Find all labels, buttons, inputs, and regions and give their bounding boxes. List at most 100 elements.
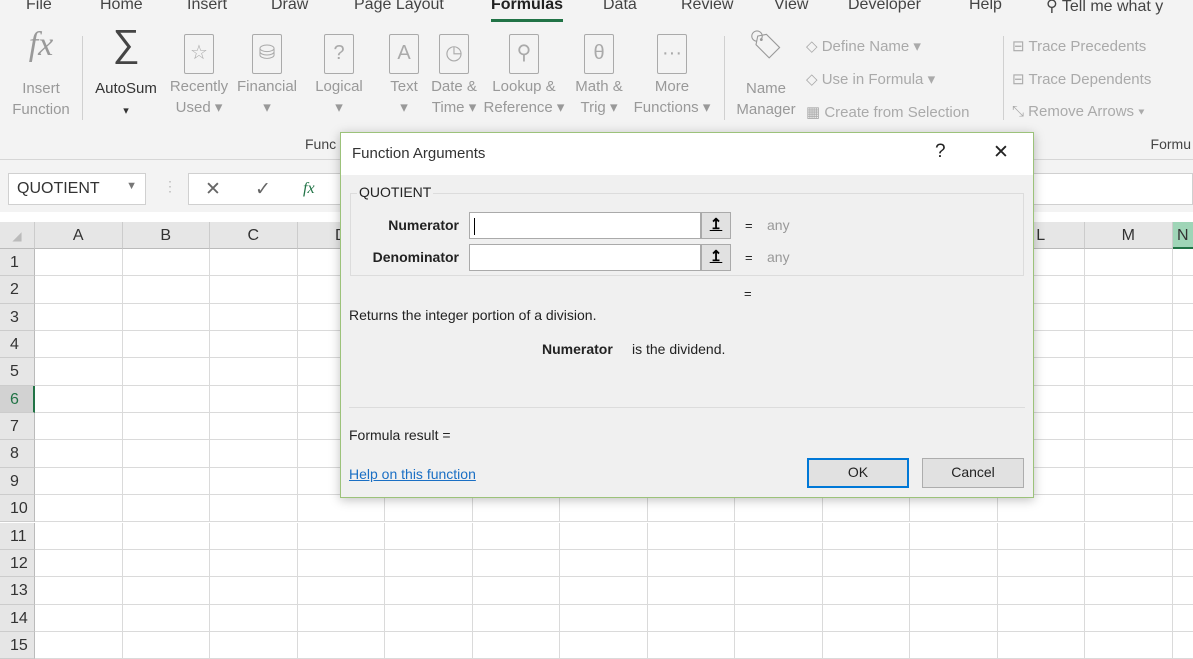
cell-N11[interactable] bbox=[1173, 523, 1193, 550]
cell-N5[interactable] bbox=[1173, 358, 1193, 385]
cell-L11[interactable] bbox=[998, 523, 1086, 550]
cell-B4[interactable] bbox=[123, 331, 211, 358]
math-trig-button[interactable]: θMath &Trig ▾ bbox=[565, 34, 633, 118]
cell-M10[interactable] bbox=[1085, 495, 1173, 522]
recently-used-button[interactable]: ☆RecentlyUsed ▾ bbox=[165, 34, 233, 118]
tab-help[interactable]: Help bbox=[969, 0, 1002, 14]
cell-L13[interactable] bbox=[998, 577, 1086, 604]
cell-K12[interactable] bbox=[910, 550, 998, 577]
cell-M12[interactable] bbox=[1085, 550, 1173, 577]
create-from-selection-button[interactable]: ▦ Create from Selection bbox=[806, 103, 969, 121]
cell-M7[interactable] bbox=[1085, 413, 1173, 440]
cell-B6[interactable] bbox=[123, 386, 211, 413]
cell-C14[interactable] bbox=[210, 605, 298, 632]
row-header-2[interactable]: 2 bbox=[0, 276, 35, 303]
cell-B11[interactable] bbox=[123, 523, 211, 550]
row-header-15[interactable]: 15 bbox=[0, 632, 35, 659]
cell-N8[interactable] bbox=[1173, 440, 1193, 467]
cell-N2[interactable] bbox=[1173, 276, 1193, 303]
cell-E14[interactable] bbox=[385, 605, 473, 632]
cell-N10[interactable] bbox=[1173, 495, 1193, 522]
cell-I13[interactable] bbox=[735, 577, 823, 604]
tab-file[interactable]: File bbox=[26, 0, 52, 14]
cell-C13[interactable] bbox=[210, 577, 298, 604]
cell-F13[interactable] bbox=[473, 577, 561, 604]
cell-B5[interactable] bbox=[123, 358, 211, 385]
cell-B9[interactable] bbox=[123, 468, 211, 495]
cell-G10[interactable] bbox=[560, 495, 648, 522]
cell-M9[interactable] bbox=[1085, 468, 1173, 495]
cell-N14[interactable] bbox=[1173, 605, 1193, 632]
cell-J15[interactable] bbox=[823, 632, 911, 659]
tell-me-search[interactable]: ⚲ Tell me what y bbox=[1046, 0, 1163, 16]
cell-B3[interactable] bbox=[123, 304, 211, 331]
column-header-C[interactable]: C bbox=[210, 222, 298, 249]
cell-L14[interactable] bbox=[998, 605, 1086, 632]
tab-home[interactable]: Home bbox=[100, 0, 143, 14]
cell-C11[interactable] bbox=[210, 523, 298, 550]
cell-I14[interactable] bbox=[735, 605, 823, 632]
cancel-button[interactable]: Cancel bbox=[922, 458, 1024, 488]
cell-J13[interactable] bbox=[823, 577, 911, 604]
cell-J14[interactable] bbox=[823, 605, 911, 632]
chevron-down-icon[interactable]: ▼ bbox=[126, 180, 137, 192]
cell-B2[interactable] bbox=[123, 276, 211, 303]
tab-review[interactable]: Review bbox=[681, 0, 733, 14]
row-header-1[interactable]: 1 bbox=[0, 249, 35, 276]
financial-button[interactable]: ⛁Financial▾ bbox=[233, 34, 301, 118]
cell-L15[interactable] bbox=[998, 632, 1086, 659]
help-on-function-link[interactable]: Help on this function bbox=[349, 466, 476, 482]
name-box[interactable]: QUOTIENT▼ bbox=[8, 173, 146, 205]
cell-B14[interactable] bbox=[123, 605, 211, 632]
select-all-corner[interactable]: ◢ bbox=[0, 222, 35, 249]
cell-M5[interactable] bbox=[1085, 358, 1173, 385]
column-header-A[interactable]: A bbox=[35, 222, 123, 249]
cell-J12[interactable] bbox=[823, 550, 911, 577]
cell-N15[interactable] bbox=[1173, 632, 1193, 659]
cell-F10[interactable] bbox=[473, 495, 561, 522]
cell-A9[interactable] bbox=[35, 468, 123, 495]
cell-N6[interactable] bbox=[1173, 386, 1193, 413]
tab-draw[interactable]: Draw bbox=[271, 0, 308, 14]
row-header-11[interactable]: 11 bbox=[0, 523, 35, 550]
row-header-9[interactable]: 9 bbox=[0, 468, 35, 495]
cell-G11[interactable] bbox=[560, 523, 648, 550]
cell-M4[interactable] bbox=[1085, 331, 1173, 358]
cell-A12[interactable] bbox=[35, 550, 123, 577]
numerator-input[interactable] bbox=[469, 212, 701, 239]
collapse-dialog-icon[interactable]: ↥ bbox=[701, 244, 731, 271]
enter-icon[interactable]: ✓ bbox=[255, 178, 271, 201]
cell-M15[interactable] bbox=[1085, 632, 1173, 659]
cell-F11[interactable] bbox=[473, 523, 561, 550]
cell-I10[interactable] bbox=[735, 495, 823, 522]
cell-C1[interactable] bbox=[210, 249, 298, 276]
cell-L12[interactable] bbox=[998, 550, 1086, 577]
lookup-reference-button[interactable]: ⚲Lookup &Reference ▾ bbox=[480, 34, 568, 118]
cell-C9[interactable] bbox=[210, 468, 298, 495]
tab-insert[interactable]: Insert bbox=[187, 0, 227, 14]
cell-H12[interactable] bbox=[648, 550, 736, 577]
row-header-6[interactable]: 6 bbox=[0, 386, 35, 413]
cell-A10[interactable] bbox=[35, 495, 123, 522]
cell-N12[interactable] bbox=[1173, 550, 1193, 577]
close-button[interactable]: ✕ bbox=[993, 141, 1009, 164]
cell-M6[interactable] bbox=[1085, 386, 1173, 413]
cell-J11[interactable] bbox=[823, 523, 911, 550]
cell-N4[interactable] bbox=[1173, 331, 1193, 358]
trace-precedents-button[interactable]: ⊟ Trace Precedents bbox=[1012, 37, 1146, 55]
cell-N13[interactable] bbox=[1173, 577, 1193, 604]
cell-D11[interactable] bbox=[298, 523, 386, 550]
define-name-button[interactable]: ◇ Define Name ▾ bbox=[806, 37, 921, 55]
cell-A13[interactable] bbox=[35, 577, 123, 604]
ok-button[interactable]: OK bbox=[807, 458, 909, 488]
row-header-13[interactable]: 13 bbox=[0, 577, 35, 604]
cell-D13[interactable] bbox=[298, 577, 386, 604]
column-header-B[interactable]: B bbox=[123, 222, 211, 249]
logical-button[interactable]: ?Logical▾ bbox=[305, 34, 373, 118]
cell-H13[interactable] bbox=[648, 577, 736, 604]
cell-G13[interactable] bbox=[560, 577, 648, 604]
cell-B8[interactable] bbox=[123, 440, 211, 467]
cell-F12[interactable] bbox=[473, 550, 561, 577]
cell-E15[interactable] bbox=[385, 632, 473, 659]
cell-G12[interactable] bbox=[560, 550, 648, 577]
